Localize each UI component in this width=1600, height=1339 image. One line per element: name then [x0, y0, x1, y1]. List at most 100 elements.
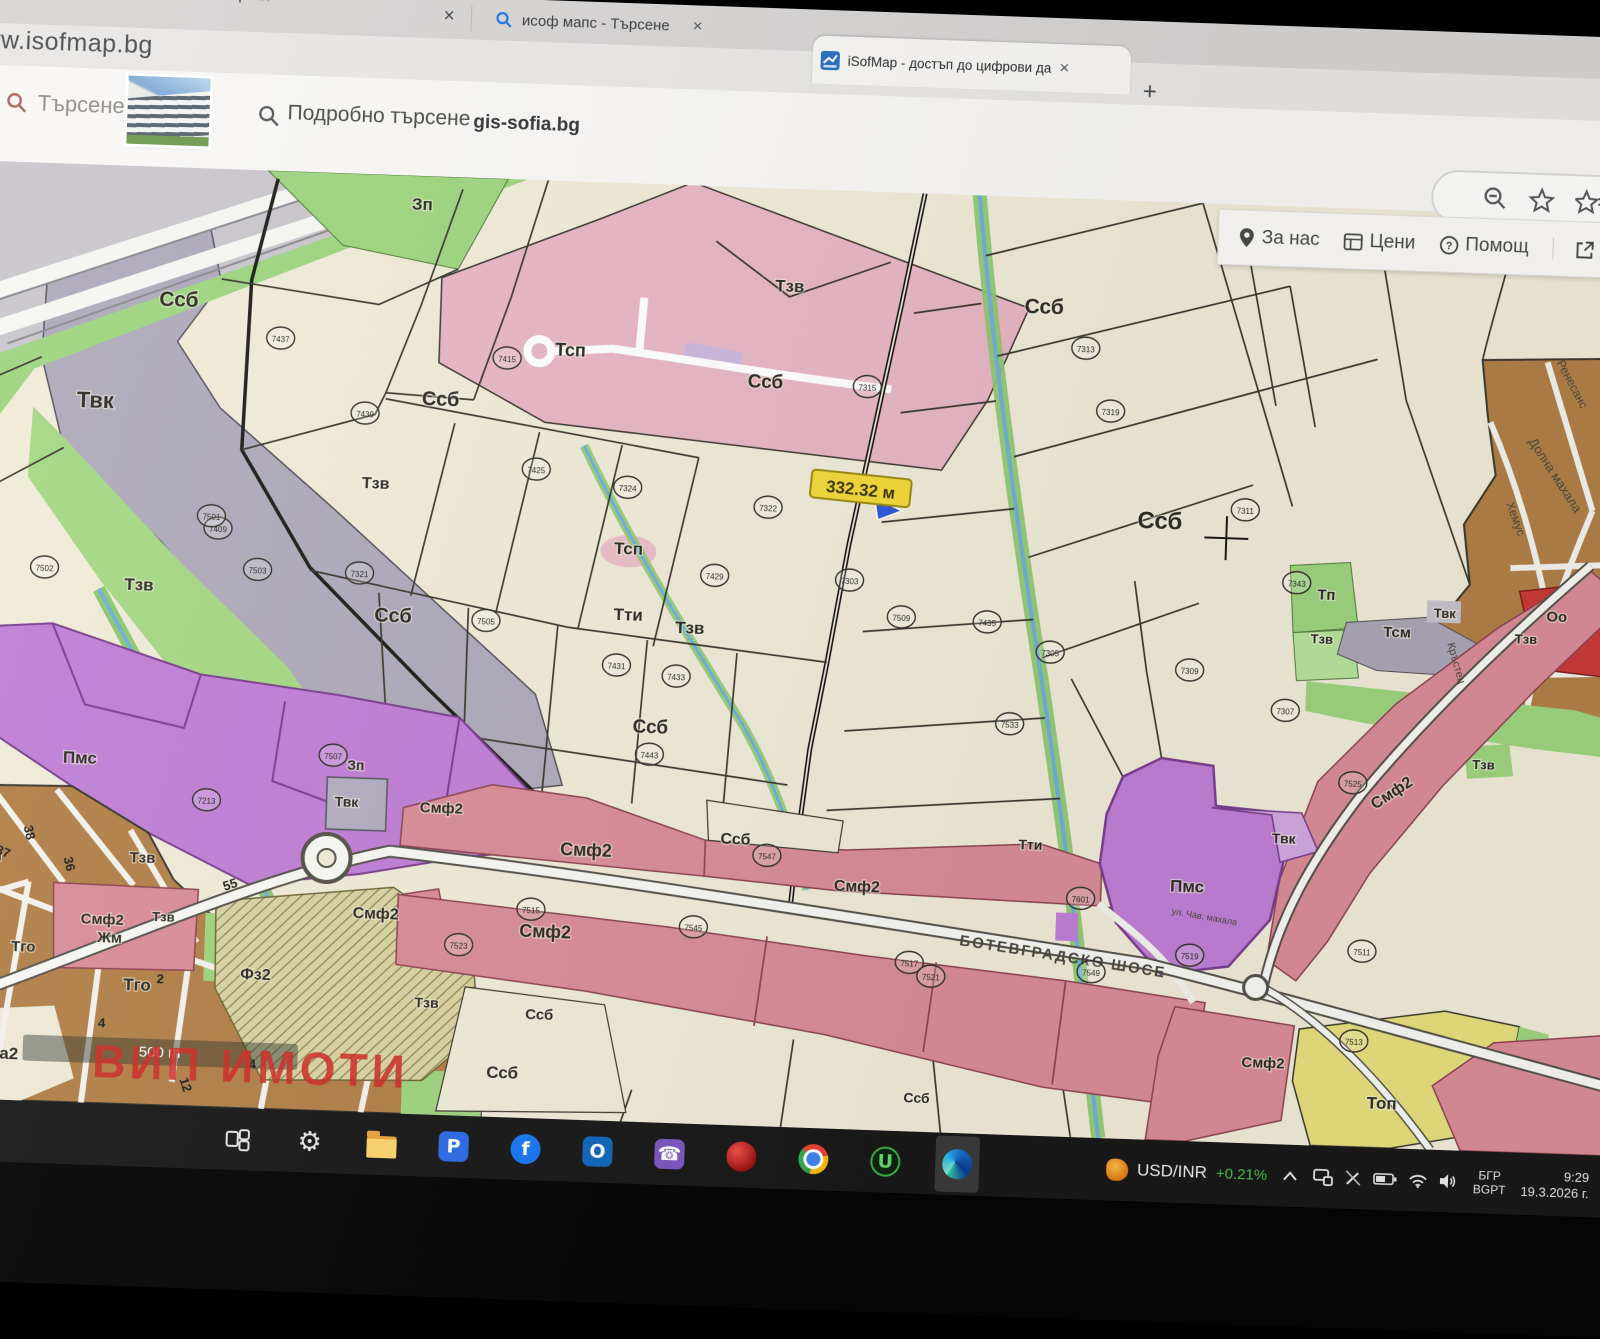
zone-label: Зп [347, 757, 365, 774]
wifi-icon[interactable] [1408, 1172, 1429, 1188]
parcel-number: 7601 [1072, 895, 1091, 905]
zone-label: Тго [123, 975, 151, 995]
detailed-search-link[interactable]: Подробно търсене [287, 101, 471, 131]
zone-label: Смф2 [419, 799, 463, 817]
background-tab[interactable]: ...ортал [217, 0, 270, 4]
edge-app[interactable] [934, 1135, 980, 1193]
zone-label: Тго [11, 938, 36, 956]
facebook-app[interactable]: f [503, 1120, 549, 1178]
parcel-number: 7511 [1353, 948, 1371, 958]
collections-icon[interactable] [1575, 188, 1600, 216]
parcel-number: 7507 [324, 752, 343, 762]
zone-label: Твк [1434, 605, 1457, 621]
parcel-number: 7525 [1344, 779, 1363, 789]
parcel-number: 7313 [1077, 345, 1096, 355]
zone-label: Смф2 [560, 839, 613, 861]
parcel-number: 7505 [477, 617, 496, 627]
outlook-app[interactable]: O [575, 1123, 621, 1181]
language-indicator[interactable]: БГР BGPT [1473, 1168, 1507, 1197]
parcel-number: 7425 [527, 466, 546, 476]
parcel-number: 7443 [640, 751, 659, 761]
facebook-app-icon: f [510, 1134, 541, 1165]
chrome-app-icon [798, 1144, 829, 1175]
red-app[interactable] [718, 1128, 764, 1186]
detailed-search-icon [257, 104, 281, 128]
tab-title: iSofMap - достъп до цифрови да [847, 53, 1051, 75]
device-icon[interactable] [1313, 1168, 1334, 1186]
zone-label: Ссб [747, 371, 783, 393]
zone-label: Смф2 [1241, 1054, 1285, 1072]
zone-label: Тзв [1310, 631, 1333, 647]
isofmap-favicon-icon [820, 50, 840, 70]
menu-item-help[interactable]: ? Помощ [1439, 233, 1529, 258]
utorrent-app[interactable]: U [862, 1133, 908, 1191]
parcel-number: 7509 [892, 614, 911, 624]
file-explorer-app[interactable] [359, 1115, 405, 1173]
parcel-number: 7519 [1181, 952, 1200, 962]
zone-label: Смф2 [80, 910, 124, 928]
tab-search[interactable]: исоф мапс - Търсене × [484, 2, 805, 47]
zone-label: Твк [334, 793, 359, 810]
clock[interactable]: 9:29 19.3.2026 г. [1520, 1168, 1589, 1202]
task-view-button-icon [225, 1129, 250, 1150]
edge-app-icon [942, 1149, 973, 1180]
search-icon [495, 10, 514, 29]
p-app[interactable]: P [431, 1118, 477, 1176]
zone-label: Тти [613, 605, 643, 625]
zone-label: Ссб [1137, 507, 1183, 536]
settings-app[interactable]: ⚙ [287, 1113, 333, 1171]
tab-title: исоф мапс - Търсене [522, 12, 670, 34]
zone-label: Тсп [614, 539, 644, 559]
menu-item-about[interactable]: За нас [1238, 226, 1320, 251]
ticker-pair: USD/INR [1137, 1160, 1208, 1182]
zone-label: Ссб [422, 388, 460, 411]
menu-item-eservices[interactable]: Електронни услуги [1552, 237, 1600, 267]
close-tab-icon[interactable]: × [692, 16, 703, 36]
gis-sofia-logo[interactable] [126, 76, 210, 147]
red-app-icon [726, 1141, 757, 1172]
stock-ticker[interactable]: USD/INR +0.21% [1106, 1158, 1268, 1186]
tray-chevron-icon[interactable] [1282, 1170, 1298, 1183]
menu-item-prices[interactable]: Цени [1343, 230, 1415, 254]
price-list-icon [1343, 233, 1363, 251]
chrome-app[interactable] [790, 1130, 836, 1188]
new-tab-button[interactable]: + [1134, 77, 1165, 108]
viber-app-icon: ☎ [654, 1139, 685, 1170]
zone-label: Тзв [414, 994, 439, 1011]
zone-label: Ссб [374, 605, 412, 628]
battery-icon[interactable] [1373, 1172, 1397, 1187]
zoom-out-icon[interactable] [1482, 185, 1509, 212]
parcel-number: 7307 [1276, 707, 1295, 717]
favorites-star-icon[interactable] [1528, 186, 1556, 214]
zone-label: Пмс [1170, 876, 1205, 896]
zone-label: Фз2 [240, 966, 271, 984]
parcel-number: 7433 [667, 673, 686, 683]
parcel-number: 7545 [684, 924, 703, 934]
parcel-number: 7503 [249, 566, 268, 576]
task-view-button[interactable] [215, 1110, 261, 1168]
parcel-number: 7305 [1041, 649, 1060, 659]
volume-icon[interactable] [1439, 1173, 1459, 1190]
pen-disabled-icon[interactable] [1344, 1169, 1363, 1188]
parcel-number: 7517 [900, 959, 919, 969]
zone-label: Тзв [775, 276, 805, 296]
parcel-number: 7439 [356, 410, 375, 420]
zone-label: Смф2 [519, 921, 572, 943]
zone-label: Ссб [1024, 295, 1064, 319]
map-canvas[interactable]: 332.32 м БОТЕВГРАДСКО ШОСЕ 7437741574397… [0, 160, 1600, 1157]
viber-app[interactable]: ☎ [646, 1125, 692, 1183]
laptop-screen: ...ортал × исоф мапс - Търсене × www.iso… [0, 0, 1600, 1339]
parcel-number: 7549 [1082, 968, 1101, 978]
zone-label: Тзв [124, 575, 154, 595]
external-link-icon [1575, 240, 1595, 260]
parcel-number: 7523 [450, 941, 469, 951]
outlook-app-icon: O [582, 1136, 613, 1167]
close-tab-icon[interactable]: × [1059, 58, 1070, 78]
zone-label: Смф2 [834, 878, 881, 897]
utorrent-app-icon: U [870, 1146, 901, 1177]
zone-label: Тзв [152, 909, 175, 925]
close-tab-icon[interactable]: × [437, 4, 462, 29]
parcel-number: 7501 [202, 512, 221, 522]
search-icon [5, 91, 28, 114]
zone-label: Тзв [1514, 631, 1537, 647]
